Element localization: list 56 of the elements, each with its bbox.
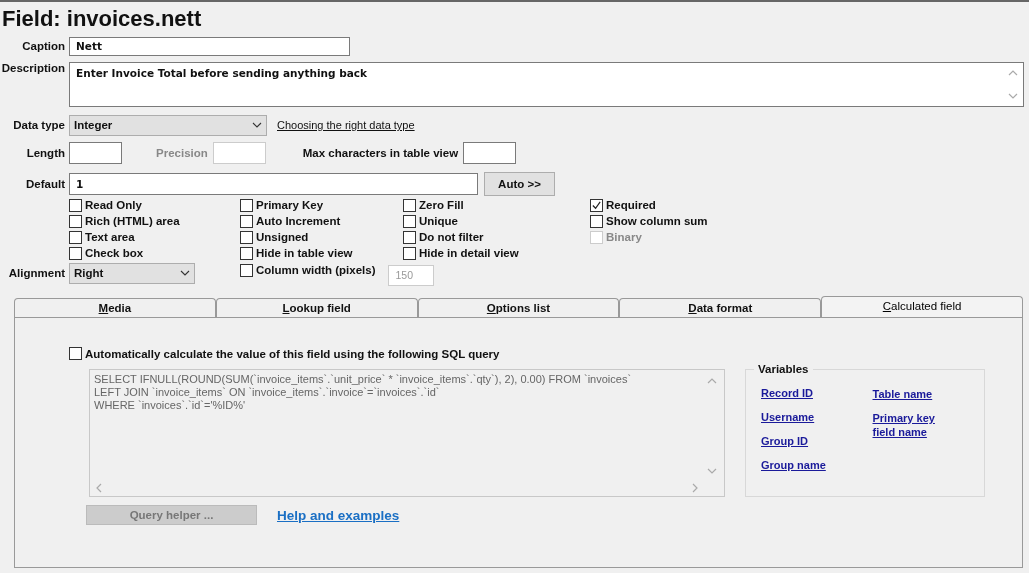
tab[interactable]: Media: [14, 298, 216, 317]
auto-calculate-checkbox[interactable]: Automatically calculate the value of this field using the following SQL query: [69, 346, 1022, 361]
option-checkbox[interactable]: Zero Fill: [403, 197, 590, 213]
option-checkbox[interactable]: Check box: [69, 245, 240, 261]
scroll-left-icon[interactable]: [96, 483, 102, 493]
option-checkbox[interactable]: Hide in detail view: [403, 245, 590, 261]
option-checkbox[interactable]: Hide in table view: [240, 245, 403, 261]
scroll-up-icon[interactable]: [1008, 70, 1018, 76]
precision-field[interactable]: [212, 142, 266, 164]
field-label: Max characters in table view: [302, 147, 459, 159]
caption-field[interactable]: Nett: [69, 36, 350, 56]
field-label: Description: [0, 62, 65, 74]
scroll-down-icon[interactable]: [1008, 93, 1018, 99]
length-field[interactable]: [69, 142, 122, 164]
default-field[interactable]: 1: [69, 173, 478, 195]
group-title: Variables: [754, 363, 813, 375]
variable-link[interactable]: Record ID: [761, 387, 873, 411]
field-label: Alignment: [7, 267, 65, 279]
caret-icon: [180, 270, 190, 276]
field-label: Precision: [156, 147, 208, 159]
page-title: Field: invoices.nett: [2, 6, 203, 32]
check-icon: [591, 199, 602, 211]
option-checkbox[interactable]: Unique: [403, 213, 590, 229]
field-label: Caption: [21, 40, 65, 52]
tab[interactable]: Data format: [619, 298, 822, 317]
variable-link[interactable]: Primary key field name: [872, 411, 953, 435]
data-type-link[interactable]: Choosing the right data type: [277, 119, 415, 131]
auto-button[interactable]: Auto >>: [484, 172, 555, 196]
option-checkbox[interactable]: Unsigned: [240, 229, 403, 245]
variable-link[interactable]: Group ID: [761, 435, 873, 459]
data-type-dropdown[interactable]: Integer: [69, 114, 267, 136]
option-checkbox[interactable]: Read Only: [69, 197, 240, 213]
scroll-down-icon[interactable]: [707, 468, 717, 474]
variable-link[interactable]: Group name: [761, 459, 873, 483]
option-checkbox[interactable]: Rich (HTML) area: [69, 213, 240, 229]
help-link[interactable]: Help and examples: [277, 507, 400, 523]
field-label: Length: [25, 147, 65, 159]
field-label: Data type: [12, 119, 65, 131]
option-checkbox[interactable]: Show column sum: [590, 213, 730, 229]
option-checkbox[interactable]: Primary Key: [240, 197, 403, 213]
scroll-right-icon[interactable]: [692, 483, 698, 493]
variable-link[interactable]: Table name: [872, 387, 953, 411]
tab[interactable]: Options list: [417, 298, 620, 317]
alignment-dropdown[interactable]: Right: [69, 262, 195, 284]
scroll-up-icon[interactable]: [707, 378, 717, 384]
field-label: Default: [25, 178, 65, 190]
option-checkbox[interactable]: Required: [590, 197, 730, 213]
option-checkbox[interactable]: Do not filter: [403, 229, 590, 245]
tab[interactable]: Calculated field: [821, 296, 1023, 317]
caret-icon: [252, 122, 262, 128]
description-field[interactable]: Enter Invoice Total before sending anything back: [69, 62, 1024, 107]
option-checkbox[interactable]: Auto Increment: [240, 213, 403, 229]
tab[interactable]: Lookup field: [215, 298, 418, 317]
variable-link[interactable]: Username: [761, 411, 873, 435]
option-checkbox[interactable]: Text area: [69, 229, 240, 245]
max-characters-field[interactable]: [463, 142, 517, 164]
